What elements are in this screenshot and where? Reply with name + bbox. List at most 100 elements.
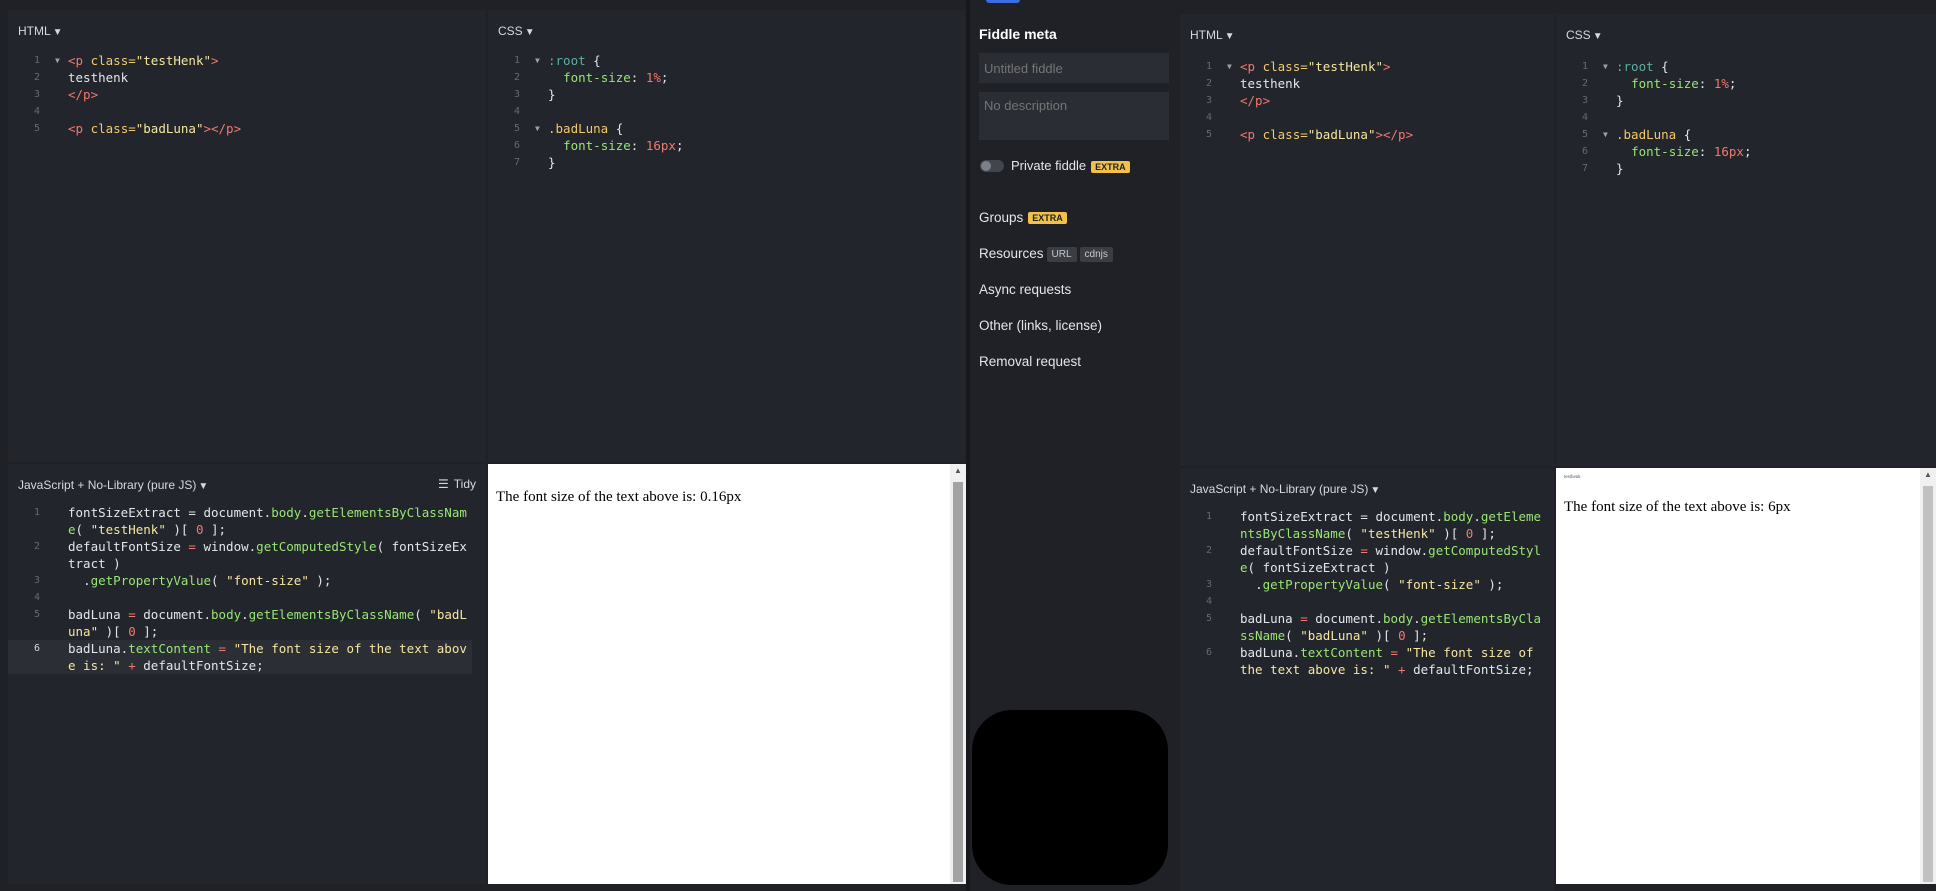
- left-css-editor[interactable]: 1 ▼:root { 2 font-size: 1%; 3} 4 5 ▼ .badLu…: [488, 52, 968, 171]
- private-fiddle-toggle[interactable]: [980, 160, 1004, 172]
- code-token: =: [188, 539, 196, 554]
- sidebar-item-resources[interactable]: Resources URL cdnjs: [979, 246, 1113, 262]
- sidebar-item-async-requests[interactable]: Async requests: [979, 282, 1071, 297]
- right-html-label[interactable]: HTML ▼: [1190, 28, 1235, 42]
- url-badge[interactable]: URL: [1046, 246, 1077, 262]
- left-js-label[interactable]: JavaScript + No-Library (pure JS) ▼: [18, 478, 208, 492]
- code-line: 5 ▼ .badLuna {: [488, 120, 968, 137]
- code-token: body: [1443, 509, 1474, 524]
- line-number: 2: [1206, 545, 1213, 556]
- left-js-panel[interactable]: JavaScript + No-Library (pure JS) ▼ ☰ Tidy…: [8, 464, 486, 884]
- code-token: class=: [83, 121, 136, 136]
- code-token: 1%: [645, 70, 661, 85]
- code-token: =: [1300, 611, 1308, 626]
- fold-arrow-icon[interactable]: ▼: [1603, 126, 1608, 143]
- line-number: 4: [1206, 596, 1213, 607]
- left-css-panel[interactable]: CSS ▼ 1 ▼:root { 2 font-size: 1%; 3} 4 5 ▼.…: [488, 10, 968, 462]
- code-token: document.: [1307, 611, 1384, 626]
- code-line: 5 <p class="badLuna"></p>: [1180, 126, 1554, 143]
- left-js-editor[interactable]: 1 fontSizeExtract = document.body.getElem…: [8, 504, 472, 674]
- left-result-scrollbar[interactable]: ▲: [950, 464, 966, 884]
- code-token: "testHenk": [1360, 526, 1436, 541]
- code-token: <p: [1240, 127, 1256, 142]
- cdnjs-badge[interactable]: cdnjs: [1079, 246, 1113, 262]
- code-token: font-size: [1631, 76, 1699, 91]
- code-line: 3 .getPropertyValue( "font-size" );: [1180, 576, 1544, 593]
- line-number: 5: [1206, 129, 1213, 140]
- code-token: =: [128, 607, 136, 622]
- line-number: 5: [1206, 613, 1213, 624]
- sidebar-item-groups[interactable]: Groups EXTRA: [979, 210, 1067, 225]
- line-number: 2: [1206, 78, 1213, 89]
- code-token: ];: [1405, 628, 1429, 643]
- left-result-frame[interactable]: The font size of the text above is: 0.16…: [488, 464, 950, 884]
- right-css-editor[interactable]: 1 ▼:root { 2 font-size: 1%; 3} 4 5 ▼ .badLu…: [1556, 58, 1936, 177]
- code-line: 6 font-size: 16px;: [488, 137, 968, 154]
- line-number: 4: [34, 106, 41, 117]
- line-number: 2: [514, 72, 521, 83]
- line-number: 4: [514, 106, 521, 117]
- scroll-up-icon[interactable]: ▲: [954, 466, 962, 475]
- scroll-up-icon[interactable]: ▲: [1924, 470, 1932, 479]
- code-token: .: [241, 607, 249, 622]
- code-token: badLuna: [1240, 611, 1301, 626]
- accent-bar: [986, 0, 1020, 3]
- code-line: 4: [1180, 109, 1554, 126]
- code-token: :: [1698, 76, 1714, 91]
- sidebar-item-other[interactable]: Other (links, license): [979, 318, 1102, 333]
- code-token: "testHenk": [135, 53, 212, 68]
- code-line: 5 badLuna = document.body.getElementsByCl…: [1180, 610, 1544, 644]
- code-token: </p>: [1240, 93, 1271, 108]
- fold-arrow-icon[interactable]: ▼: [535, 120, 540, 137]
- right-js-editor[interactable]: 1 fontSizeExtract = document.body.getElem…: [1180, 508, 1544, 678]
- code-line: 1 fontSizeExtract = document.body.getElem…: [1180, 508, 1544, 542]
- sidebar-item-removal-request[interactable]: Removal request: [979, 354, 1081, 369]
- left-css-label[interactable]: CSS ▼: [498, 24, 535, 38]
- extra-badge: EXTRA: [1091, 160, 1130, 173]
- right-js-label[interactable]: JavaScript + No-Library (pure JS) ▼: [1190, 482, 1380, 496]
- scrollbar-thumb[interactable]: [953, 482, 963, 882]
- left-html-panel[interactable]: HTML ▼ 1 ▼ <p class="testHenk"> 2 testhenk 3…: [8, 10, 486, 462]
- code-token: defaultFontSize;: [1413, 662, 1534, 677]
- tidy-button[interactable]: ☰ Tidy: [438, 477, 476, 491]
- fold-arrow-icon[interactable]: ▼: [55, 52, 60, 69]
- fold-arrow-icon[interactable]: ▼: [1227, 58, 1232, 75]
- line-number: 5: [1582, 129, 1589, 140]
- sidebar-title: Fiddle meta: [979, 26, 1057, 42]
- tidy-label: Tidy: [453, 477, 476, 491]
- right-css-panel[interactable]: CSS ▼ 1 ▼:root { 2 font-size: 1%; 3} 4 5 ▼.…: [1556, 14, 1936, 466]
- right-result-text: The font size of the text above is: 6px: [1564, 499, 1791, 515]
- fiddle-title-input[interactable]: [979, 53, 1169, 83]
- fold-arrow-icon[interactable]: ▼: [535, 52, 540, 69]
- right-result-frame[interactable]: testhenk The font size of the text above…: [1556, 468, 1920, 884]
- code-line: 2 testhenk: [1180, 75, 1554, 92]
- left-html-editor[interactable]: 1 ▼ <p class="testHenk"> 2 testhenk 3 </p> 4…: [8, 52, 486, 137]
- code-line: 5 badLuna = document.body.getElementsByCl…: [8, 606, 472, 640]
- fiddle-description-input[interactable]: [979, 92, 1169, 140]
- code-token: )[: [98, 624, 129, 639]
- right-css-label[interactable]: CSS ▼: [1566, 28, 1603, 42]
- code-token: .: [1413, 611, 1421, 626]
- code-token: {: [608, 121, 624, 136]
- css-label-text: CSS: [1566, 28, 1591, 42]
- code-token: :: [630, 70, 646, 85]
- right-html-editor[interactable]: 1 ▼ <p class="testHenk"> 2 testhenk 3 </p> 4…: [1180, 58, 1554, 143]
- line-number: 7: [514, 157, 521, 168]
- code-token: .: [68, 573, 91, 588]
- code-line: 3}: [1556, 92, 1936, 109]
- caret-down-icon: ▼: [524, 27, 535, 38]
- code-token: )[: [1367, 628, 1399, 643]
- code-token: ];: [1473, 526, 1496, 541]
- left-html-label[interactable]: HTML ▼: [18, 24, 63, 38]
- right-result-scrollbar[interactable]: ▲: [1920, 468, 1936, 884]
- code-line: 1 ▼:root {: [1556, 58, 1936, 75]
- code-token: ;: [1728, 76, 1737, 91]
- code-line: 4: [1556, 109, 1936, 126]
- fold-arrow-icon[interactable]: ▼: [1603, 58, 1608, 75]
- right-js-panel[interactable]: JavaScript + No-Library (pure JS) ▼ 1 font…: [1180, 468, 1554, 891]
- right-html-panel[interactable]: HTML ▼ 1 ▼ <p class="testHenk"> 2 testhenk 3…: [1180, 14, 1554, 466]
- scrollbar-thumb[interactable]: [1923, 486, 1933, 882]
- code-token: class=: [1255, 127, 1308, 142]
- code-token: document.: [135, 607, 212, 622]
- code-token: }: [1616, 93, 1624, 108]
